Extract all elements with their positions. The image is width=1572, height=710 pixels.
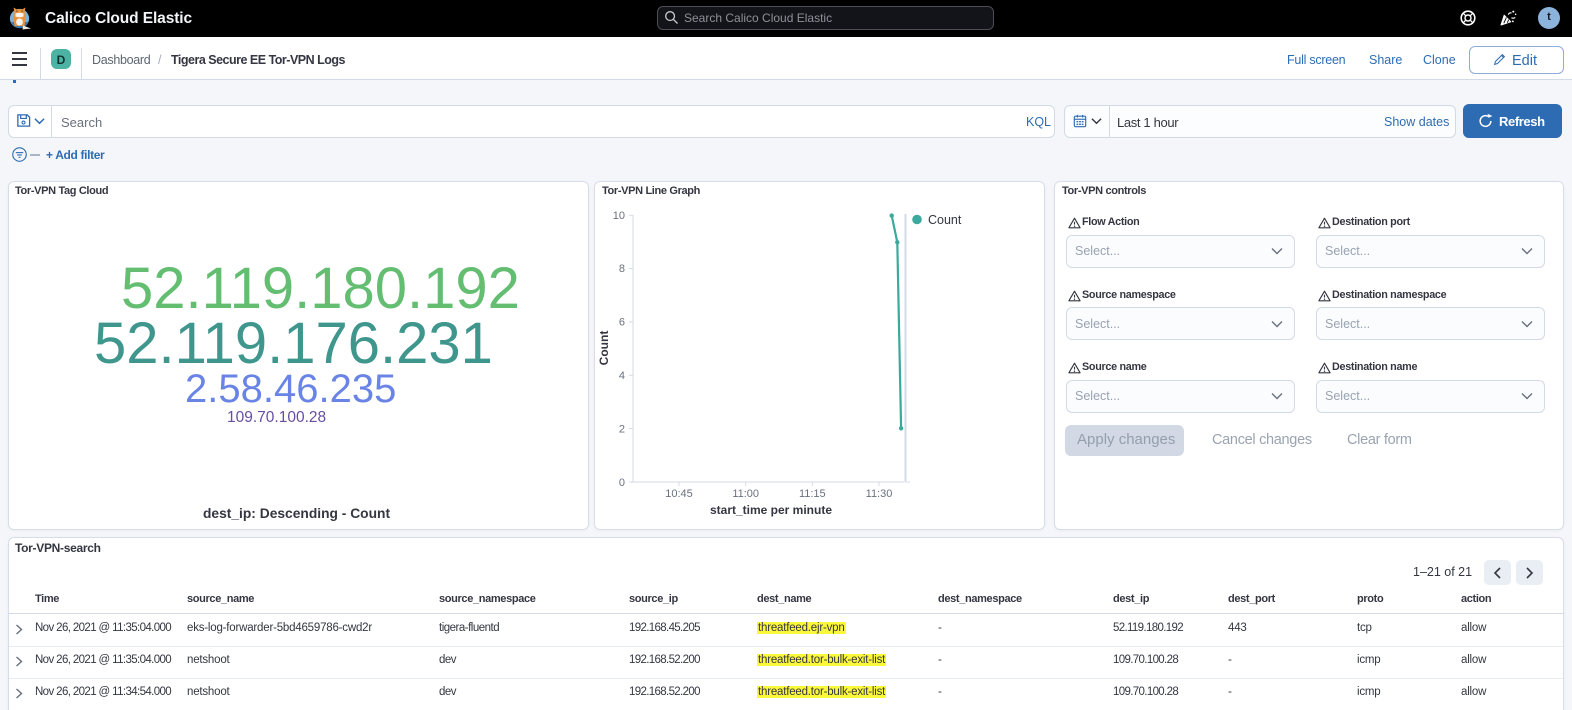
svg-text:10:45: 10:45 — [665, 488, 693, 500]
svg-text:6: 6 — [619, 317, 625, 329]
svg-text:10: 10 — [613, 210, 625, 222]
svg-text:Count: Count — [928, 213, 962, 227]
svg-text:8: 8 — [619, 263, 625, 275]
svg-text:2: 2 — [619, 423, 625, 435]
svg-text:4: 4 — [619, 370, 625, 382]
svg-text:0: 0 — [619, 477, 625, 489]
svg-text:Count: Count — [597, 331, 611, 366]
svg-text:11:00: 11:00 — [732, 488, 759, 500]
svg-text:11:15: 11:15 — [799, 488, 826, 500]
svg-text:start_time per minute: start_time per minute — [710, 503, 832, 517]
svg-text:11:30: 11:30 — [866, 488, 893, 500]
